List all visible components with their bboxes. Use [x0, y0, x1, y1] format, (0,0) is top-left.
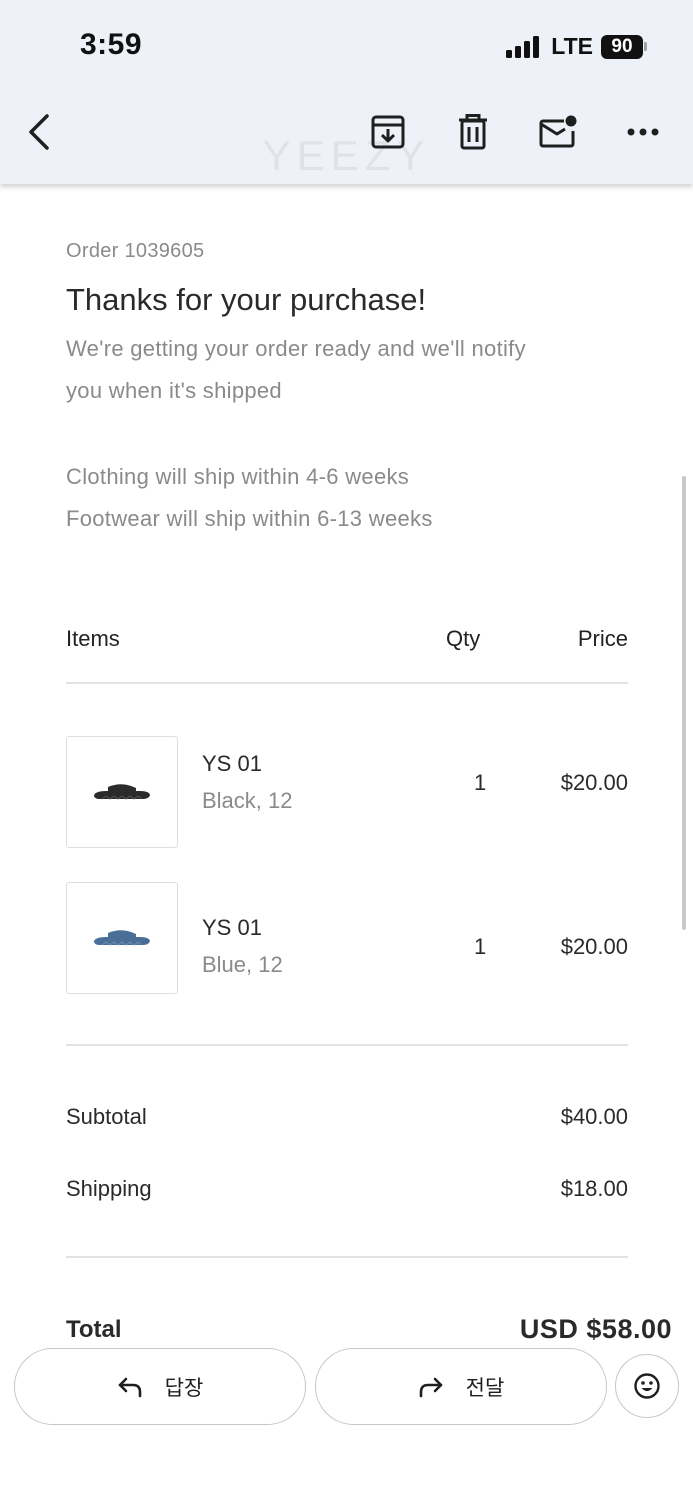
qty-column-header: Qty	[446, 626, 481, 651]
forward-button[interactable]: 전달	[315, 1348, 607, 1425]
scrollbar[interactable]	[682, 476, 686, 930]
reply-button[interactable]: 답장	[14, 1348, 306, 1425]
item-price: $20.00	[560, 934, 628, 959]
item-name: YS 01	[202, 751, 262, 776]
network-type: LTE	[551, 33, 593, 59]
order-number: Order 1039605	[66, 240, 205, 262]
trash-icon	[459, 114, 487, 150]
brand-watermark: YEEZY	[262, 132, 431, 179]
emoji-reaction-button[interactable]	[615, 1354, 679, 1418]
status-time: 3:59	[80, 28, 143, 61]
divider	[66, 1256, 628, 1258]
price-column-header: Price	[577, 626, 628, 651]
reply-icon	[118, 1377, 141, 1397]
item-price: $20.00	[560, 770, 628, 795]
divider	[66, 1044, 628, 1046]
mail-unread-icon	[539, 115, 577, 148]
item-variant: Blue, 12	[202, 952, 283, 977]
item-qty: 1	[474, 770, 487, 795]
shipping-value: $18.00	[560, 1176, 628, 1201]
mark-unread-button[interactable]	[532, 106, 584, 158]
item-thumbnail[interactable]	[66, 736, 178, 848]
slide-sandal-image	[94, 930, 150, 946]
footwear-shipping-note: Footwear will ship within 6-13 weeks	[66, 506, 433, 531]
shipping-label: Shipping	[66, 1176, 152, 1201]
emoji-icon	[634, 1373, 660, 1399]
archive-icon	[371, 115, 405, 149]
intro-line-2: you when it's shipped	[66, 378, 282, 403]
action-bar: 답장 전달	[0, 1340, 693, 1500]
forward-icon	[419, 1377, 442, 1397]
intro-line-1: We're getting your order ready and we'll…	[66, 336, 526, 361]
reply-label: 답장	[164, 1375, 204, 1400]
subtotal-label: Subtotal	[66, 1104, 147, 1129]
item-name: YS 01	[202, 915, 262, 940]
archive-button[interactable]	[362, 106, 414, 158]
email-headline: Thanks for your purchase!	[66, 282, 427, 317]
back-button[interactable]	[14, 106, 66, 158]
slide-sandal-image	[94, 784, 150, 800]
clothing-shipping-note: Clothing will ship within 4-6 weeks	[66, 464, 410, 489]
subtotal-value: $40.00	[560, 1104, 628, 1129]
item-variant: Black, 12	[202, 788, 293, 813]
item-thumbnail[interactable]	[66, 882, 178, 994]
more-options-button[interactable]	[617, 106, 669, 158]
back-icon	[29, 114, 49, 150]
battery-icon: 90	[601, 34, 647, 59]
status-indicators: LTE 90	[506, 33, 647, 60]
items-column-header: Items	[66, 626, 120, 651]
item-qty: 1	[474, 934, 487, 959]
delete-button[interactable]	[447, 106, 499, 158]
more-icon	[627, 128, 659, 136]
forward-label: 전달	[465, 1375, 505, 1400]
divider	[66, 682, 628, 684]
signal-icon	[506, 35, 540, 58]
app-header: 3:59 LTE 90 YEEZY	[0, 0, 693, 184]
battery-level: 90	[601, 34, 643, 59]
